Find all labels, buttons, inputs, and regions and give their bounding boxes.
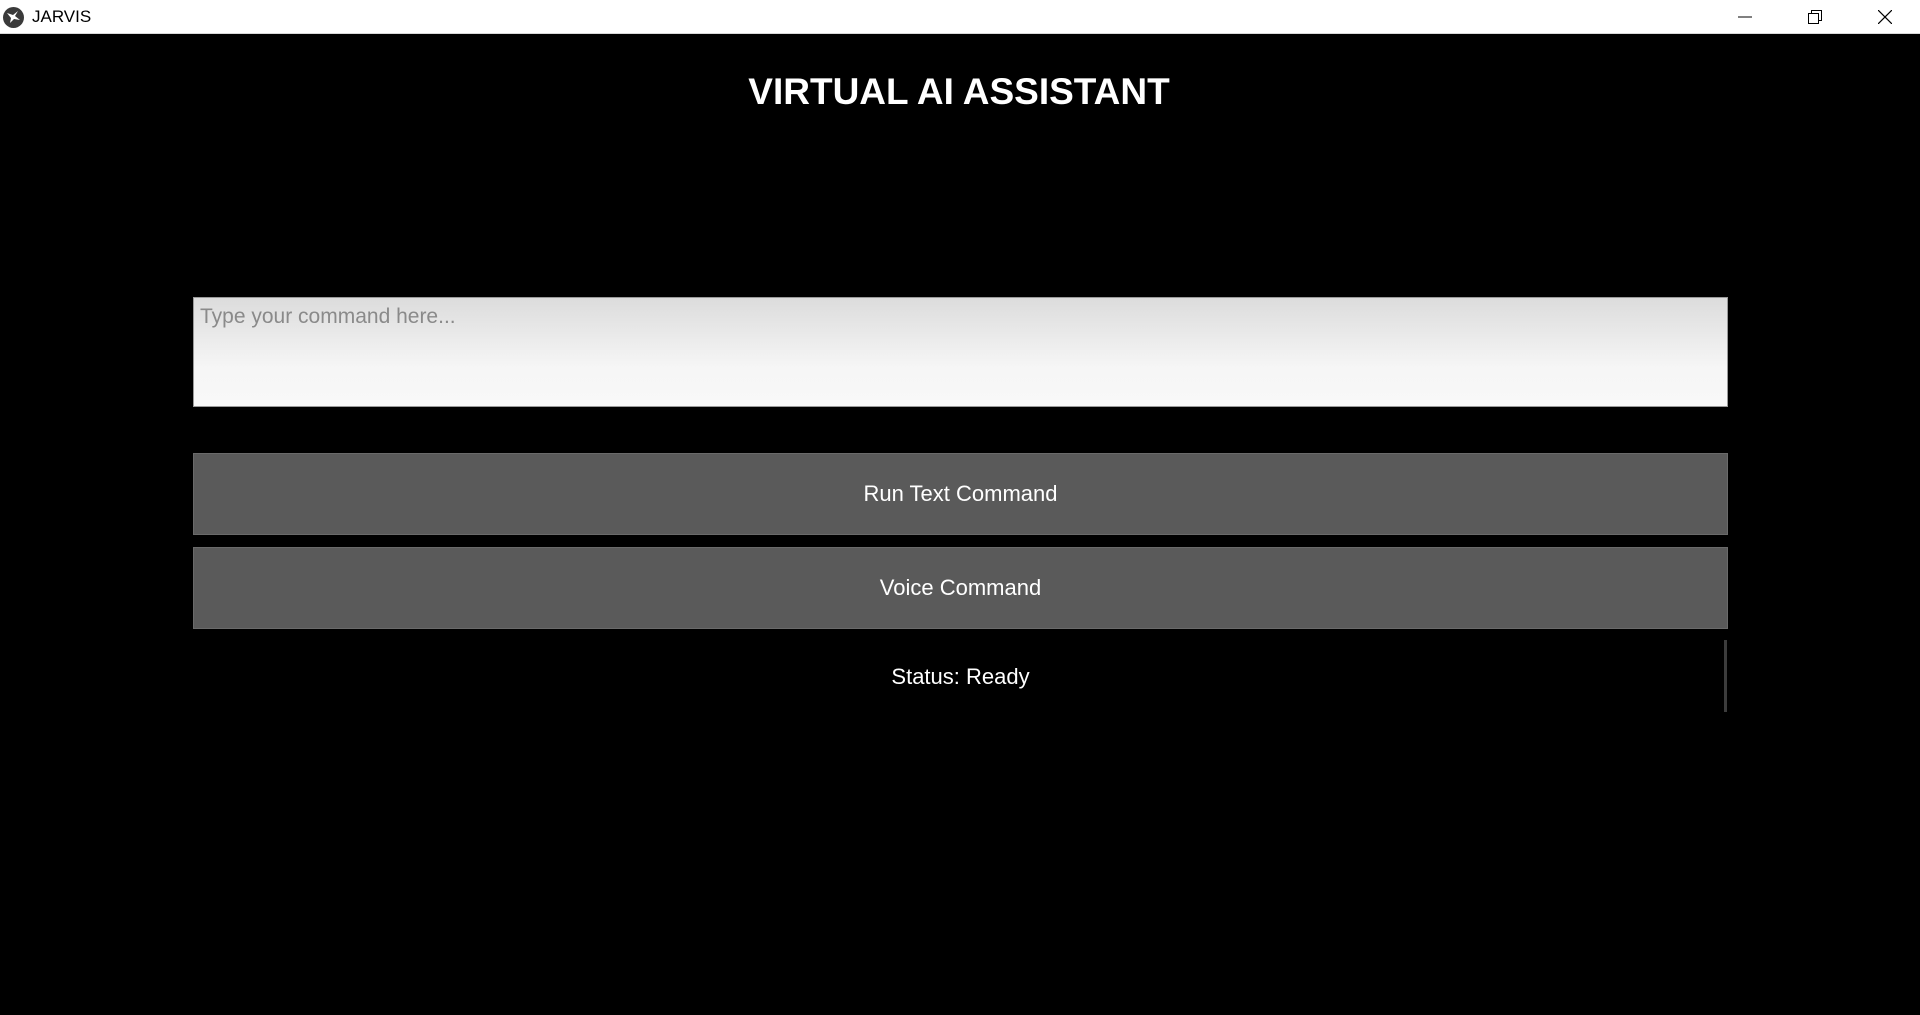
close-button[interactable] <box>1850 0 1920 34</box>
title-bar[interactable]: JARVIS <box>0 0 1920 34</box>
status-label: Status: Ready <box>891 664 1030 689</box>
close-icon <box>1878 10 1892 24</box>
voice-command-button[interactable]: Voice Command <box>193 547 1728 629</box>
window-title: JARVIS <box>32 7 92 26</box>
status-scrollbar[interactable] <box>1724 640 1727 712</box>
page-title: VIRTUAL AI ASSISTANT <box>748 71 1170 112</box>
maximize-button[interactable] <box>1780 0 1850 34</box>
run-text-command-button[interactable]: Run Text Command <box>193 453 1728 535</box>
minimize-button[interactable] <box>1710 0 1780 34</box>
command-input[interactable] <box>193 297 1728 407</box>
kivy-logo-icon <box>3 7 24 28</box>
restore-icon <box>1808 10 1822 24</box>
minimize-icon <box>1738 16 1752 18</box>
